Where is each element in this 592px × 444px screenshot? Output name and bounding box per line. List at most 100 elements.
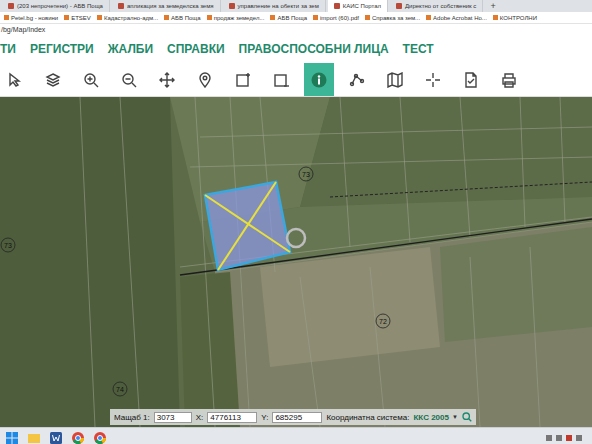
bookmark[interactable]: АБВ Поща — [164, 15, 201, 21]
bookmark-icon — [164, 15, 169, 20]
parcel-boundary — [460, 97, 470, 237]
map-view[interactable]: 73737274Мащаб 1:3073X:4776113Y:685295Коо… — [0, 97, 592, 427]
field — [180, 272, 240, 427]
parcel-boundary — [120, 97, 140, 427]
search-icon[interactable] — [462, 411, 472, 423]
word-icon[interactable] — [50, 432, 62, 444]
tool-button[interactable] — [456, 63, 486, 96]
parcel-boundary — [370, 267, 385, 427]
tool-button[interactable] — [342, 63, 372, 96]
tool-button[interactable] — [266, 63, 296, 96]
rect-minus-icon — [273, 72, 289, 88]
address-text[interactable]: /bg/Map/Index — [0, 24, 592, 35]
rect-icon — [235, 72, 251, 88]
region-label: 72 — [376, 314, 390, 328]
field — [260, 247, 440, 367]
bookmark-icon — [64, 15, 69, 20]
svg-text:74: 74 — [116, 386, 124, 393]
field — [0, 97, 180, 427]
zoom-out-icon — [121, 72, 137, 88]
browser-tab[interactable]: КАИС Портал — [328, 0, 388, 12]
crs-select[interactable]: ККС 2005 ▼ — [413, 413, 457, 422]
document-icon — [463, 72, 479, 88]
menu-item[interactable]: ТИ — [0, 42, 16, 56]
satellite-map[interactable]: 73 73 72 74 — [0, 97, 592, 427]
tool-button[interactable] — [0, 63, 30, 96]
svg-text:73: 73 — [4, 242, 12, 249]
svg-text:72: 72 — [379, 318, 387, 325]
tool-button[interactable] — [152, 63, 182, 96]
parcel-boundary — [200, 127, 592, 137]
tool-button[interactable] — [190, 63, 220, 96]
bookmark[interactable]: АБВ Поща — [270, 15, 307, 21]
favicon-icon — [229, 3, 235, 9]
bookmark[interactable]: ETSEV — [64, 15, 91, 21]
tool-button[interactable] — [494, 63, 524, 96]
favicon-icon — [8, 3, 14, 9]
selected-parcel[interactable] — [205, 182, 290, 270]
bookmark-icon — [270, 15, 275, 20]
browser-tab[interactable]: Директно от собственик с — [390, 0, 483, 12]
taskbar — [0, 427, 592, 444]
svg-text:73: 73 — [302, 171, 310, 178]
scale-input[interactable]: 3073 — [154, 412, 192, 423]
parcel-boundary — [530, 247, 540, 427]
bookmark[interactable]: продаж земедел... — [207, 15, 265, 21]
bookmark[interactable]: import (60).pdf — [313, 15, 359, 21]
menu-item[interactable]: ПРАВОСПОСОБНИ ЛИЦА — [239, 42, 389, 56]
crosshair-icon — [425, 72, 441, 88]
chrome-icon[interactable] — [72, 432, 84, 444]
bookmark[interactable]: Кадастрално-адм... — [97, 15, 158, 21]
bookmark-icon — [365, 15, 370, 20]
region-label: 74 — [113, 382, 127, 396]
tool-button[interactable] — [418, 63, 448, 96]
favicon-icon — [118, 3, 124, 9]
parcel-boundary — [80, 97, 95, 427]
parcel-boundary — [560, 97, 565, 222]
bookmark-icon — [426, 15, 431, 20]
favicon-icon — [334, 3, 340, 9]
tool-button[interactable] — [38, 63, 68, 96]
x-input[interactable]: 4776113 — [207, 412, 257, 423]
tool-button[interactable] — [76, 63, 106, 96]
zoom-in-icon — [83, 72, 99, 88]
vertex-icon — [349, 72, 365, 88]
new-tab-button[interactable]: + — [485, 0, 500, 12]
bookmark[interactable]: Справка за зем... — [365, 15, 420, 21]
cursor-marker-icon — [287, 229, 305, 247]
bookmark[interactable]: КОНТРОЛНИ — [493, 15, 537, 21]
bookmark-icon — [313, 15, 318, 20]
bookmark[interactable]: Petel.bg - новини — [4, 15, 58, 21]
cursor-icon — [7, 72, 23, 88]
browser-tab[interactable]: (203 непрочетени) - АБВ Поща — [2, 0, 110, 12]
bookmark[interactable]: Adobe Acrobat Ho... — [426, 15, 487, 21]
bookmark-icon — [97, 15, 102, 20]
tool-button[interactable] — [304, 63, 334, 96]
menu-item[interactable]: ЖАЛБИ — [108, 42, 153, 56]
parcel-boundary — [470, 257, 480, 427]
screen: (203 непрочетени) - АБВ Пощаапликация за… — [0, 0, 592, 444]
menu-item[interactable]: РЕГИСТРИ — [30, 42, 94, 56]
parcel-boundary — [300, 277, 320, 427]
browser-tab[interactable]: управление на обекти за зем — [223, 0, 326, 12]
tool-button[interactable] — [228, 63, 258, 96]
explorer-icon[interactable] — [28, 432, 40, 444]
y-input[interactable]: 685295 — [272, 412, 322, 423]
pan-icon — [159, 72, 175, 88]
menu-item[interactable]: СПРАВКИ — [167, 42, 225, 56]
menu-item[interactable]: ТЕСТ — [403, 42, 434, 56]
browser-tab-bar: (203 непрочетени) - АБВ Пощаапликация за… — [0, 0, 592, 12]
map-icon — [387, 72, 403, 88]
tool-button[interactable] — [380, 63, 410, 96]
tool-button[interactable] — [114, 63, 144, 96]
region-label: 73 — [1, 238, 15, 252]
map-toolbar — [0, 63, 592, 97]
field — [440, 227, 592, 342]
browser-tab[interactable]: апликация за земеделска земя — [112, 0, 221, 12]
layers-icon — [45, 72, 61, 88]
windows-icon[interactable] — [6, 432, 18, 444]
road — [330, 182, 592, 197]
chrome-icon[interactable] — [94, 432, 106, 444]
info-icon — [311, 72, 327, 88]
system-tray-icon[interactable] — [546, 433, 586, 443]
